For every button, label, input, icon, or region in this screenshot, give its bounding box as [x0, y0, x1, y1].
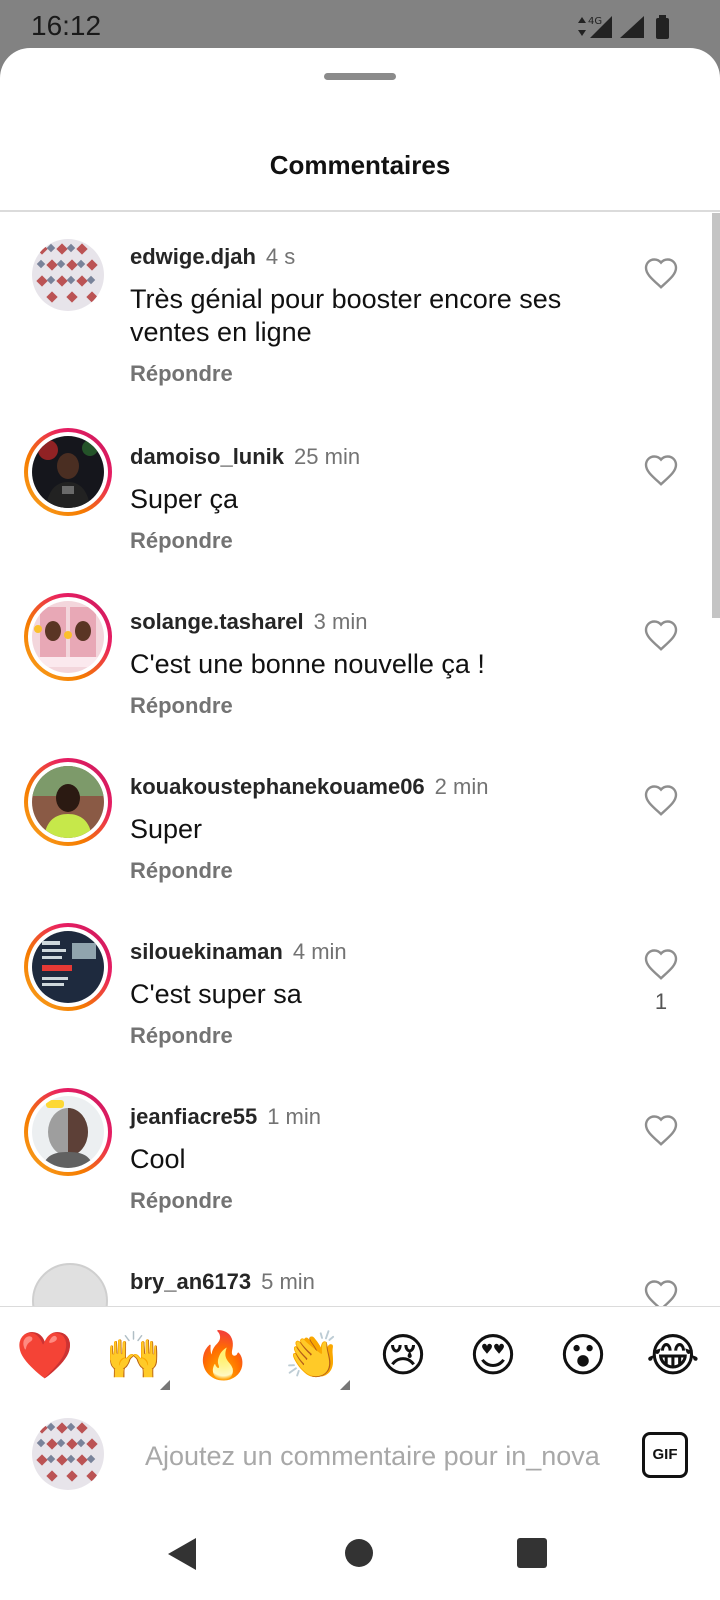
- emoji-raised-hands-button[interactable]: 🙌: [104, 1327, 164, 1383]
- skin-tone-indicator-icon: [340, 1380, 350, 1390]
- comment-text: Super ça: [130, 484, 239, 514]
- reply-button[interactable]: Répondre: [130, 693, 233, 719]
- avatar: [32, 931, 104, 1003]
- emoji-heart-button[interactable]: ❤️: [15, 1327, 75, 1383]
- comment-username[interactable]: silouekinaman 4 min: [130, 939, 347, 965]
- avatar[interactable]: [32, 239, 104, 311]
- emoji-heart-eyes-button[interactable]: 😍: [463, 1327, 523, 1383]
- emoji-fire-button[interactable]: 🔥: [193, 1327, 253, 1383]
- current-user-avatar: [32, 1418, 104, 1490]
- reply-button[interactable]: Répondre: [130, 858, 233, 884]
- comment-item: solange.tasharel 3 min C'est une bonne no…: [0, 573, 700, 733]
- reply-button[interactable]: Répondre: [130, 1023, 233, 1049]
- emoji-laughing-button[interactable]: 😂: [643, 1327, 703, 1383]
- comment-time: 1 min: [267, 1104, 321, 1129]
- comment-time: 25 min: [294, 444, 361, 469]
- status-time: 16:12: [31, 10, 102, 41]
- status-bar: 16:12 4G: [0, 0, 720, 52]
- comment-text: Très génial pour booster encore ses vent…: [130, 284, 562, 347]
- comment-item: edwige.djah 4 s Très génial pour booster …: [0, 211, 700, 386]
- comment-username[interactable]: bry_an6173 5 min: [130, 1269, 315, 1295]
- comment-input[interactable]: [143, 1435, 613, 1477]
- comment-text: C'est super sa: [130, 979, 302, 1009]
- comment-item: jeanfiacre55 1 min Cool Répondre: [0, 1068, 700, 1228]
- emoji-surprised-button[interactable]: 😮: [553, 1327, 613, 1383]
- comment-username[interactable]: damoiso_lunik 25 min: [130, 444, 360, 470]
- comment-text: Super: [130, 814, 203, 844]
- comment-text: C'est une bonne nouvelle ça !: [130, 649, 485, 679]
- home-icon[interactable]: [345, 1539, 373, 1567]
- comment-username[interactable]: solange.tasharel 3 min: [130, 609, 367, 635]
- emoji-reaction-bar: ❤️ 🙌 🔥 👏 😢 😍 😮 😂: [0, 1306, 720, 1404]
- comments-list[interactable]: edwige.djah 4 s Très génial pour booster …: [0, 211, 720, 1354]
- reply-button[interactable]: Répondre: [130, 1188, 233, 1214]
- comment-username[interactable]: jeanfiacre55 1 min: [130, 1104, 321, 1130]
- heart-icon[interactable]: [643, 618, 679, 652]
- reply-button[interactable]: Répondre: [130, 361, 233, 387]
- avatar-story-ring[interactable]: [24, 593, 112, 681]
- comment-time: 3 min: [313, 609, 368, 634]
- scrollbar[interactable]: [712, 213, 720, 618]
- heart-icon[interactable]: [643, 947, 679, 981]
- heart-icon[interactable]: [643, 1113, 679, 1147]
- comment-time: 5 min: [261, 1269, 315, 1294]
- avatar: [32, 766, 104, 838]
- reply-button[interactable]: Répondre: [130, 528, 233, 554]
- avatar-story-ring[interactable]: [24, 758, 112, 846]
- comment-time: 4 min: [292, 939, 347, 964]
- emoji-crying-button[interactable]: 😢: [373, 1327, 433, 1383]
- avatar-story-ring[interactable]: [24, 428, 112, 516]
- comment-item: silouekinaman 4 min C'est super sa Répond…: [0, 903, 700, 1063]
- comment-text: Cool: [130, 1144, 186, 1174]
- avatar: [32, 601, 104, 673]
- comment-username[interactable]: edwige.djah 4 s: [130, 244, 295, 270]
- comment-time: 4 s: [265, 244, 296, 269]
- system-navigation-bar: [0, 1513, 720, 1600]
- signal-battery-icons: 4G: [578, 15, 669, 39]
- skin-tone-indicator-icon: [160, 1380, 170, 1390]
- sheet-title: Commentaires: [269, 150, 451, 180]
- heart-icon[interactable]: [643, 783, 679, 817]
- comment-item: damoiso_lunik 25 min Super ça Répondre: [0, 408, 700, 568]
- gif-button[interactable]: GIF: [642, 1432, 688, 1478]
- heart-icon[interactable]: [643, 256, 679, 290]
- avatar-story-ring[interactable]: [24, 1088, 112, 1176]
- drag-handle[interactable]: [324, 73, 396, 80]
- heart-icon[interactable]: [643, 453, 679, 487]
- recent-apps-icon[interactable]: [517, 1538, 547, 1568]
- like-count: 1: [654, 989, 668, 1014]
- avatar: [32, 436, 104, 508]
- back-icon[interactable]: [168, 1538, 198, 1570]
- comment-time: 2 min: [434, 774, 489, 799]
- avatar: [32, 1096, 104, 1168]
- comment-composer: GIF: [0, 1403, 720, 1513]
- comment-item: kouakoustephanekouame06 2 min Super Répon…: [0, 738, 700, 898]
- avatar-story-ring[interactable]: [24, 923, 112, 1011]
- network-type: 4G: [588, 16, 602, 27]
- comment-username[interactable]: kouakoustephanekouame06 2 min: [130, 774, 488, 800]
- emoji-clapping-button[interactable]: 👏: [283, 1327, 343, 1383]
